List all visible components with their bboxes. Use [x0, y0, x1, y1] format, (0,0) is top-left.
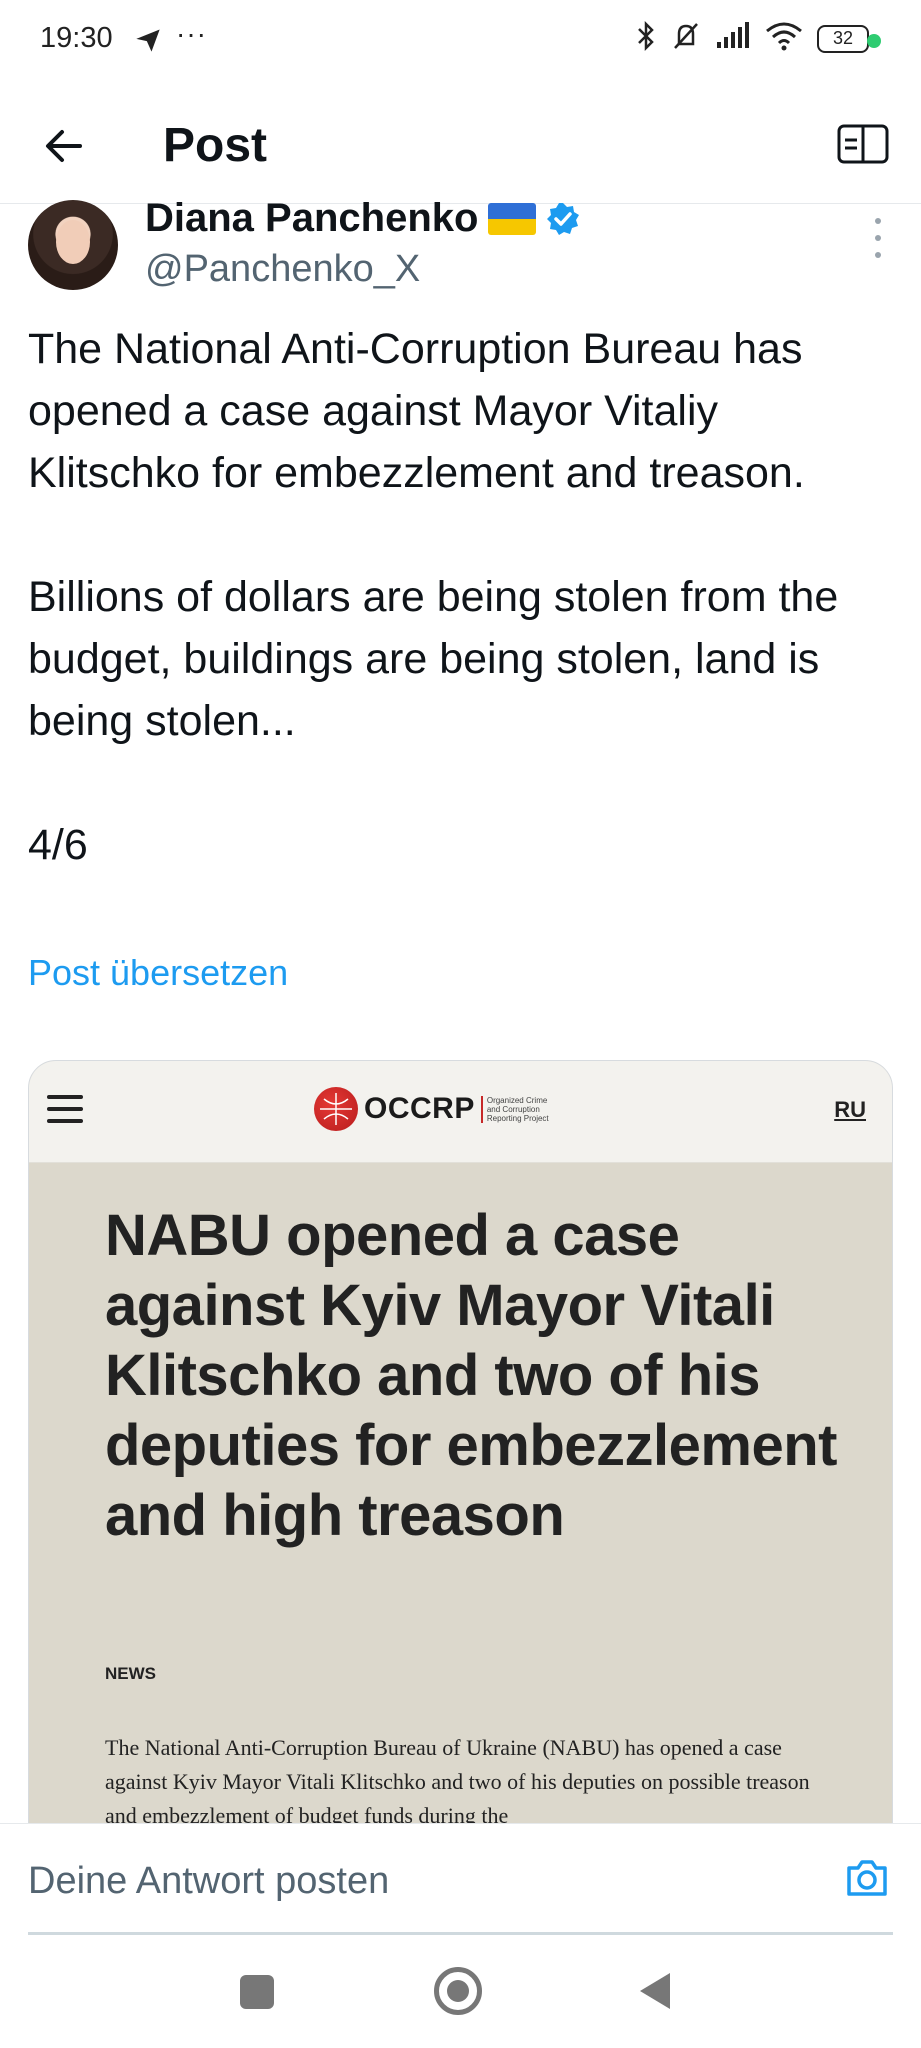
battery-icon: 32 — [817, 24, 874, 53]
author-name-row[interactable]: Diana Panchenko — [145, 196, 580, 241]
back-arrow-icon — [46, 130, 82, 162]
reader-book-icon — [837, 124, 889, 164]
avatar[interactable] — [28, 200, 118, 290]
occrp-subtitle: Organized Crime and Corruption Reporting… — [480, 1095, 561, 1123]
card-excerpt: The National Anti-Corruption Bureau of U… — [105, 1735, 810, 1828]
back-button[interactable] — [36, 118, 92, 174]
reader-mode-button[interactable] — [833, 116, 893, 172]
card-site-header: OCCRP Organized Crime and Corruption Rep… — [29, 1061, 892, 1163]
media-card[interactable]: OCCRP Organized Crime and Corruption Rep… — [28, 1060, 893, 1840]
telegram-send-icon — [134, 26, 162, 59]
camera-button[interactable] — [843, 1854, 891, 1902]
bluetooth-icon — [635, 20, 657, 57]
language-ru-link: RU — [834, 1097, 866, 1122]
signal-icon — [715, 22, 751, 55]
recents-square-icon[interactable] — [240, 1975, 274, 2009]
post-body-text: The National Anti-Corruption Bureau has … — [28, 325, 839, 869]
wifi-icon — [765, 21, 803, 56]
system-nav-bar — [0, 1935, 921, 2048]
more-dots-icon — [875, 218, 881, 224]
page-title: Post — [163, 119, 268, 172]
translate-post-link[interactable]: Post übersetzen — [28, 952, 288, 994]
status-bar: 19:30 ··· 32 — [0, 0, 921, 84]
verified-badge-icon — [547, 202, 580, 235]
reply-composer: Deine Antwort posten — [0, 1823, 921, 1935]
hamburger-menu-icon — [47, 1095, 83, 1123]
occrp-logo: OCCRP Organized Crime and Corruption Rep… — [314, 1087, 561, 1131]
author-name[interactable]: Diana Panchenko — [145, 196, 478, 241]
author-handle[interactable]: @Panchenko_X — [145, 248, 420, 291]
privacy-indicator-dot — [867, 34, 881, 48]
card-headline: NABU opened a case against Kyiv Mayor Vi… — [105, 1203, 837, 1548]
status-time: 19:30 — [40, 22, 113, 54]
card-category-tag: NEWS — [105, 1664, 156, 1683]
ukraine-flag-icon — [488, 202, 537, 235]
reply-input[interactable]: Deine Antwort posten — [28, 1860, 389, 1903]
more-options-button[interactable] — [863, 218, 893, 258]
home-circle-icon[interactable] — [434, 1967, 482, 2015]
camera-icon — [847, 1860, 887, 1896]
top-app-bar: Post — [0, 84, 921, 204]
back-triangle-icon[interactable] — [640, 1973, 670, 2009]
occrp-wordmark: OCCRP — [364, 1092, 475, 1125]
occrp-globe-icon — [314, 1087, 358, 1131]
bell-muted-icon — [671, 20, 701, 57]
status-overflow-dots: ··· — [176, 18, 207, 49]
